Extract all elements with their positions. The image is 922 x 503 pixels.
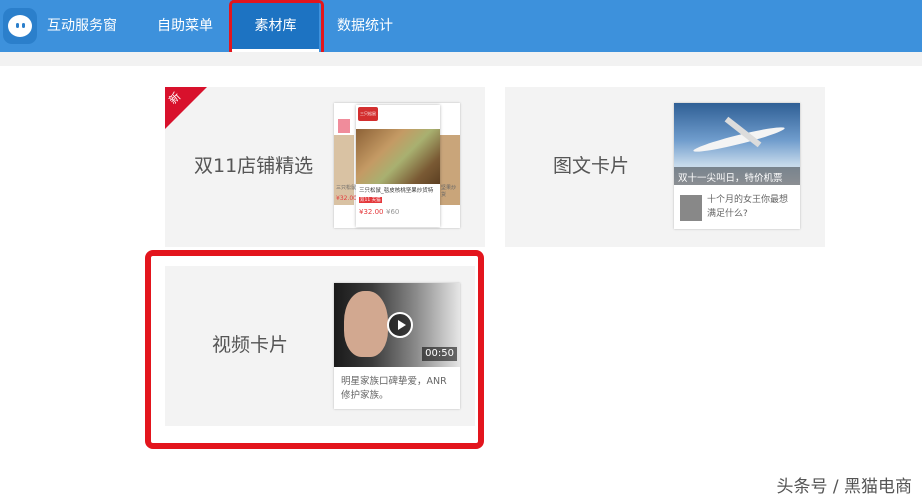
promo-tag: 双11 天猫 <box>359 197 382 203</box>
article-text: 十个月的女王你最想满足什么? <box>707 195 789 219</box>
app-name: 互动服务窗 <box>47 18 117 34</box>
app-logo-icon[interactable] <box>3 8 37 44</box>
highlight-tab-box <box>229 0 324 56</box>
material-card-image-text[interactable]: 图文卡片 双十一尖叫日，特价机票 十个月的女王你最想满足什么? <box>505 87 825 247</box>
product-original-price: ¥60 <box>386 208 400 216</box>
highlight-video-card-box <box>145 250 484 449</box>
watermark: 头条号 / 黑猫电商 <box>776 477 912 497</box>
material-card-double11[interactable]: 新 双11店铺精选 三只松鼠 ¥32.00 坚果炒货 三只松鼠 三只松鼠_毯皮核… <box>165 87 485 247</box>
side-label-left: 三只松鼠 <box>336 185 357 191</box>
top-nav-bar: 互动服务窗 自助菜单 素材库 数据统计 <box>0 0 922 52</box>
card-preview-double11: 三只松鼠 ¥32.00 坚果炒货 三只松鼠 三只松鼠_毯皮核桃坚果炒货特 双11… <box>334 103 460 228</box>
airplane-image: 双十一尖叫日，特价机票 <box>674 103 800 185</box>
thumbnail-portrait <box>680 195 702 221</box>
product-title: 三只松鼠_毯皮核桃坚果炒货特 <box>359 188 434 194</box>
side-price-left: ¥32.00 <box>336 195 357 202</box>
card-preview-image-text: 双十一尖叫日，特价机票 十个月的女王你最想满足什么? <box>674 103 800 229</box>
logo-eye-left <box>16 23 19 28</box>
bookmark-icon <box>338 119 350 133</box>
nuts-product-image <box>356 129 440 184</box>
side-label-right: 坚果炒货 <box>441 185 457 198</box>
sub-header-strip <box>0 52 922 66</box>
image-caption: 双十一尖叫日，特价机票 <box>678 173 783 184</box>
logo-eye-right <box>22 23 25 28</box>
card-title-double11: 双11店铺精选 <box>194 155 314 177</box>
card-title-image-text: 图文卡片 <box>553 155 630 177</box>
product-price: ¥32.00 <box>359 208 384 216</box>
tab-self-service-menu[interactable]: 自助菜单 <box>157 0 213 52</box>
logo-face <box>8 15 32 37</box>
product-card: 三只松鼠 三只松鼠_毯皮核桃坚果炒货特 双11 天猫 ¥32.00 ¥60 <box>356 105 440 227</box>
tab-data-statistics[interactable]: 数据统计 <box>337 0 393 52</box>
store-logo-icon: 三只松鼠 <box>358 107 378 121</box>
